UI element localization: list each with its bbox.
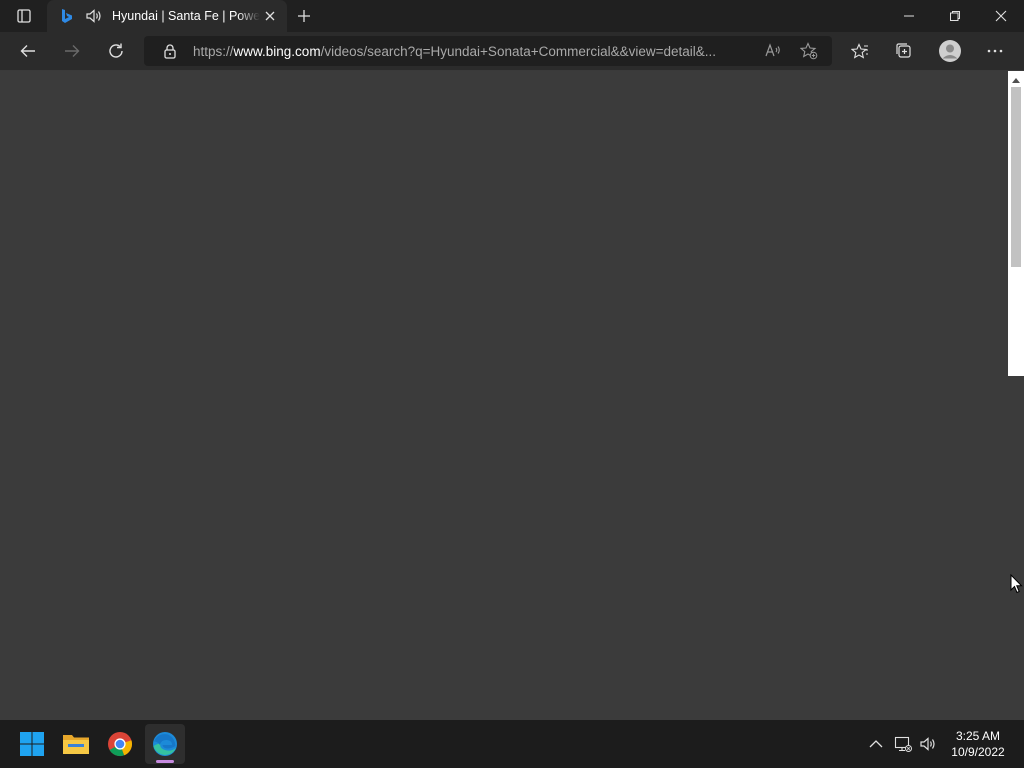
settings-more-icon[interactable] [980, 36, 1010, 66]
favorites-icon[interactable] [845, 36, 875, 66]
scroll-up-arrow-icon[interactable] [1008, 73, 1024, 87]
page-content-area[interactable] [0, 71, 1008, 720]
system-clock[interactable]: 3:25 AM 10/9/2022 [944, 728, 1012, 760]
lock-icon[interactable] [162, 43, 178, 59]
start-icon[interactable] [12, 724, 52, 764]
url-host: www.bing.com [233, 44, 321, 59]
browser-tab-active[interactable]: Hyundai | Santa Fe | Power Your Adventur… [47, 0, 287, 32]
read-aloud-icon[interactable] [764, 42, 782, 60]
show-hidden-icons-icon[interactable] [866, 734, 886, 754]
restore-icon[interactable] [932, 0, 978, 32]
edge-icon[interactable] [145, 724, 185, 764]
page-scrollbar[interactable] [1008, 71, 1024, 376]
address-bar[interactable]: https://www.bing.com/videos/search?q=Hyu… [144, 36, 832, 66]
tab-title: Hyundai | Santa Fe | Power Your Adventur… [112, 9, 260, 23]
url-path: /videos/search?q=Hyundai+Sonata+Commerci… [320, 44, 717, 59]
collections-icon[interactable] [889, 36, 919, 66]
scrollbar-lower-area [1008, 376, 1024, 720]
volume-icon[interactable] [918, 734, 938, 754]
clock-time: 3:25 AM [955, 729, 1001, 743]
file-explorer-icon[interactable] [56, 724, 96, 764]
close-window-icon[interactable] [978, 0, 1024, 32]
refresh-icon[interactable] [101, 36, 131, 66]
tab-actions-icon[interactable] [10, 6, 38, 26]
clock-date: 10/9/2022 [951, 745, 1005, 759]
add-favorite-icon[interactable] [800, 42, 818, 60]
new-tab-icon[interactable] [294, 6, 314, 26]
back-icon[interactable] [13, 36, 43, 66]
profile-avatar-icon[interactable] [935, 36, 965, 66]
browser-navbar: https://www.bing.com/videos/search?q=Hyu… [0, 32, 1024, 70]
windows-taskbar: 3:25 AM 10/9/2022 [0, 720, 1024, 768]
url-text[interactable]: https://www.bing.com/videos/search?q=Hyu… [193, 44, 749, 59]
url-prefix: https:// [193, 44, 234, 59]
network-icon[interactable] [893, 734, 913, 754]
edge-active-indicator [156, 760, 174, 763]
tab-close-icon[interactable] [263, 9, 277, 23]
browser-titlebar: Hyundai | Santa Fe | Power Your Adventur… [0, 0, 1024, 32]
scrollbar-thumb[interactable] [1011, 87, 1021, 267]
minimize-icon[interactable] [886, 0, 932, 32]
mouse-cursor-icon [1010, 573, 1024, 594]
chrome-icon[interactable] [100, 724, 140, 764]
forward-icon[interactable] [57, 36, 87, 66]
bing-favicon-icon [59, 8, 75, 24]
tab-audio-playing-icon[interactable] [85, 8, 103, 24]
